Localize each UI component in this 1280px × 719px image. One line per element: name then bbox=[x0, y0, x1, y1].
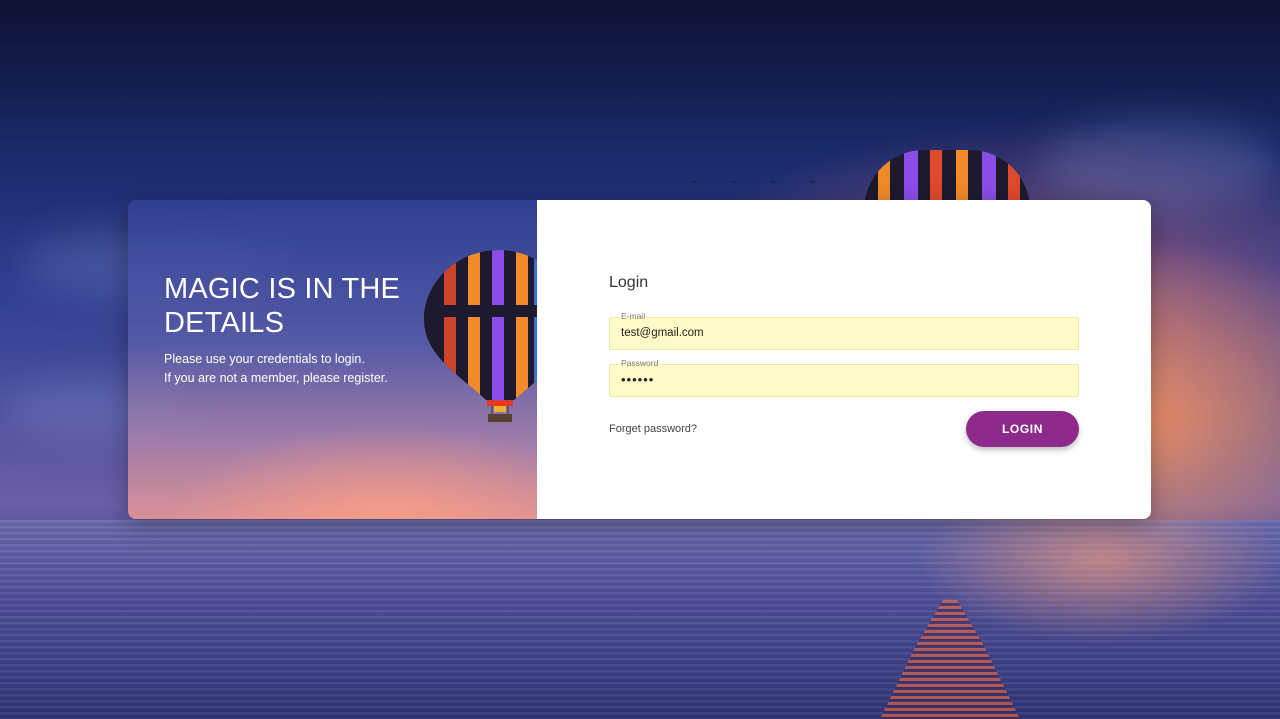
email-field-value: test@gmail.com bbox=[621, 327, 704, 339]
hero-subtitle: Please use your credentials to login. If… bbox=[164, 350, 388, 388]
login-form-panel: Login E-mail test@gmail.com Password •••… bbox=[537, 200, 1151, 519]
background-cloud bbox=[1040, 120, 1280, 210]
login-card: MAGIC IS IN THE DETAILS Please use your … bbox=[128, 200, 1151, 519]
background-sea bbox=[0, 520, 1280, 719]
birds-icon: ⌃ ⌃ ⌃ ⌃ bbox=[690, 180, 832, 191]
email-field[interactable]: E-mail test@gmail.com bbox=[609, 311, 1079, 350]
hot-air-balloon-icon bbox=[424, 250, 537, 422]
password-field-label: Password bbox=[619, 358, 661, 368]
hero-subtitle-line-1: Please use your credentials to login. bbox=[164, 352, 365, 366]
password-field-value: •••••• bbox=[621, 372, 655, 387]
forgot-password-link[interactable]: Forget password? bbox=[609, 423, 697, 435]
login-title: Login bbox=[609, 274, 649, 291]
hero-title: MAGIC IS IN THE DETAILS bbox=[164, 273, 401, 339]
email-field-label: E-mail bbox=[619, 311, 648, 321]
hero-panel: MAGIC IS IN THE DETAILS Please use your … bbox=[128, 200, 537, 519]
password-field[interactable]: Password •••••• bbox=[609, 358, 1079, 397]
hero-subtitle-line-2: If you are not a member, please register… bbox=[164, 371, 388, 385]
login-button[interactable]: LOGIN bbox=[966, 411, 1079, 447]
